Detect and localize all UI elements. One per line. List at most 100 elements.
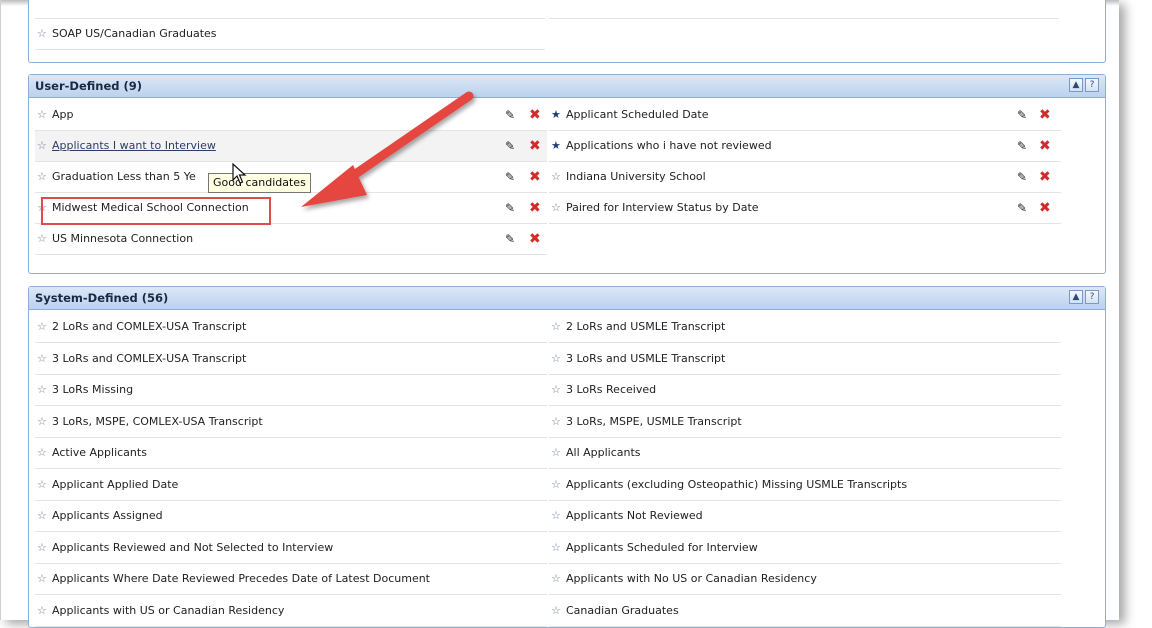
star-filled-icon[interactable]: ★	[551, 100, 561, 130]
star-icon[interactable]: ☆	[37, 100, 47, 130]
saved-search-label[interactable]: Applications who i have not reviewed	[566, 131, 772, 161]
list-item[interactable]: ☆ 3 LoRs Received	[549, 375, 1061, 406]
list-item[interactable]: ☆ Applicant Applied Date	[35, 470, 547, 501]
star-icon[interactable]: ☆	[551, 375, 561, 405]
saved-search-label[interactable]: App	[52, 100, 74, 130]
star-icon[interactable]: ☆	[37, 131, 47, 161]
saved-search-label[interactable]: Applicants (excluding Osteopathic) Missi…	[566, 470, 907, 500]
saved-search-label[interactable]: Applicants Not Reviewed	[566, 501, 703, 531]
collapse-button[interactable]: ▲	[1069, 290, 1083, 304]
list-item[interactable]: ☆ US Minnesota Connection ✎ ✖	[35, 224, 547, 255]
edit-pencil-icon[interactable]: ✎	[505, 193, 515, 223]
list-item[interactable]: ☆ 3 LoRs, MSPE, COMLEX-USA Transcript	[35, 407, 547, 438]
saved-search-label[interactable]: Indiana University School	[566, 162, 706, 192]
star-icon[interactable]: ☆	[551, 193, 561, 223]
saved-search-label[interactable]: Applicants Scheduled for Interview	[566, 533, 758, 563]
list-item[interactable]: ☆ Indiana University School ✎ ✖	[549, 162, 1061, 193]
delete-x-icon[interactable]: ✖	[529, 100, 541, 130]
list-item[interactable]: ☆ 3 LoRs Missing	[35, 375, 547, 406]
star-icon[interactable]: ☆	[37, 344, 47, 374]
saved-search-label[interactable]: 2 LoRs and COMLEX-USA Transcript	[52, 312, 246, 342]
delete-x-icon[interactable]: ✖	[529, 162, 541, 192]
list-item[interactable]: ☆ Applicants Not Reviewed	[549, 501, 1061, 532]
edit-pencil-icon[interactable]: ✎	[505, 131, 515, 161]
saved-search-link[interactable]: Applicants I want to Interview	[52, 131, 216, 161]
list-item[interactable]: ★ Applications who i have not reviewed ✎…	[549, 131, 1061, 162]
saved-search-label[interactable]: US Minnesota Connection	[52, 224, 193, 254]
star-icon[interactable]: ☆	[551, 564, 561, 594]
list-item[interactable]: ★ Applicant Scheduled Date ✎ ✖	[549, 100, 1061, 131]
edit-pencil-icon[interactable]: ✎	[1017, 162, 1027, 192]
delete-x-icon[interactable]: ✖	[529, 193, 541, 223]
saved-search-label[interactable]: 3 LoRs and COMLEX-USA Transcript	[52, 344, 246, 374]
saved-search-label[interactable]: Applicants Reviewed and Not Selected to …	[52, 533, 333, 563]
delete-x-icon[interactable]: ✖	[529, 224, 541, 254]
star-icon[interactable]: ☆	[37, 596, 47, 626]
edit-pencil-icon[interactable]: ✎	[505, 224, 515, 254]
delete-x-icon[interactable]: ✖	[1039, 100, 1051, 130]
list-item[interactable]: ☆ 2 LoRs and USMLE Transcript	[549, 312, 1061, 343]
list-item[interactable]: ☆ 3 LoRs, MSPE, USMLE Transcript	[549, 407, 1061, 438]
star-icon[interactable]: ☆	[37, 470, 47, 500]
saved-search-label[interactable]: 3 LoRs, MSPE, COMLEX-USA Transcript	[52, 407, 263, 437]
list-item[interactable]: ☆ Paired for Interview Status by Date ✎ …	[549, 193, 1061, 224]
saved-search-label[interactable]: Graduation Less than 5 Ye	[52, 162, 196, 192]
list-item[interactable]: ☆ Canadian Graduates	[549, 596, 1061, 627]
saved-search-label[interactable]: 3 LoRs Received	[566, 375, 656, 405]
star-icon[interactable]: ☆	[551, 312, 561, 342]
edit-pencil-icon[interactable]: ✎	[1017, 100, 1027, 130]
saved-search-label[interactable]: 2 LoRs and USMLE Transcript	[566, 312, 725, 342]
list-item[interactable]: ☆ App ✎ ✖	[35, 100, 547, 131]
star-icon[interactable]: ☆	[551, 438, 561, 468]
saved-search-label[interactable]: Paired for Interview Status by Date	[566, 193, 759, 223]
star-icon[interactable]: ☆	[37, 224, 47, 254]
saved-search-label[interactable]: 3 LoRs Missing	[52, 375, 133, 405]
edit-pencil-icon[interactable]: ✎	[505, 100, 515, 130]
star-icon[interactable]: ☆	[37, 501, 47, 531]
list-item[interactable]: ☆ Active Applicants	[35, 438, 547, 469]
list-item[interactable]: ☆ Applicants with No US or Canadian Resid…	[549, 564, 1061, 595]
saved-search-label[interactable]: Applicants Assigned	[52, 501, 163, 531]
star-icon[interactable]: ☆	[37, 533, 47, 563]
star-icon[interactable]: ☆	[37, 407, 47, 437]
saved-search-label[interactable]: Active Applicants	[52, 438, 147, 468]
star-icon[interactable]: ☆	[551, 533, 561, 563]
list-item[interactable]: ☆ Applicants (excluding Osteopathic) Miss…	[549, 470, 1061, 501]
star-icon[interactable]: ☆	[551, 344, 561, 374]
saved-search-label[interactable]: 3 LoRs and USMLE Transcript	[566, 344, 725, 374]
list-item[interactable]: ☆ Applicants I want to Interview ✎ ✖	[35, 131, 547, 162]
list-item[interactable]: ☆ Applicants Scheduled for Interview	[549, 533, 1061, 564]
saved-search-label[interactable]: Applicants Where Date Reviewed Precedes …	[52, 564, 430, 594]
saved-search-label[interactable]: SOAP US/Canadian Graduates	[52, 19, 217, 49]
help-button[interactable]: ?	[1085, 290, 1099, 304]
saved-search-label[interactable]: 3 LoRs, MSPE, USMLE Transcript	[566, 407, 742, 437]
list-item[interactable]: ☆ Applicants with US or Canadian Residenc…	[35, 596, 547, 627]
list-item[interactable]: ☆ All Applicants	[549, 438, 1061, 469]
collapse-button[interactable]: ▲	[1069, 78, 1083, 92]
edit-pencil-icon[interactable]: ✎	[1017, 193, 1027, 223]
star-filled-icon[interactable]: ★	[551, 131, 561, 161]
saved-search-label[interactable]: Canadian Graduates	[566, 596, 679, 626]
star-icon[interactable]: ☆	[551, 162, 561, 192]
delete-x-icon[interactable]: ✖	[1039, 131, 1051, 161]
star-icon[interactable]: ☆	[37, 564, 47, 594]
star-icon[interactable]: ☆	[551, 501, 561, 531]
list-item[interactable]: ☆ 3 LoRs and USMLE Transcript	[549, 344, 1061, 375]
list-item[interactable]: ☆ Applicants Where Date Reviewed Precedes…	[35, 564, 547, 595]
star-icon[interactable]: ☆	[37, 375, 47, 405]
delete-x-icon[interactable]: ✖	[529, 131, 541, 161]
list-item[interactable]: ☆ Applicants Assigned	[35, 501, 547, 532]
edit-pencil-icon[interactable]: ✎	[505, 162, 515, 192]
saved-search-label[interactable]: Applicant Scheduled Date	[566, 100, 709, 130]
saved-search-label[interactable]: Applicant Applied Date	[52, 470, 178, 500]
star-icon[interactable]: ☆	[37, 19, 47, 49]
list-item[interactable]: ☆ SOAP US/Canadian Graduates	[35, 18, 545, 50]
help-button[interactable]: ?	[1085, 78, 1099, 92]
delete-x-icon[interactable]: ✖	[1039, 193, 1051, 223]
saved-search-label[interactable]: Applicants with US or Canadian Residency	[52, 596, 284, 626]
list-item[interactable]: ☆ Applicants Reviewed and Not Selected to…	[35, 533, 547, 564]
saved-search-label[interactable]: All Applicants	[566, 438, 641, 468]
list-item[interactable]: ☆ 2 LoRs and COMLEX-USA Transcript	[35, 312, 547, 343]
delete-x-icon[interactable]: ✖	[1039, 162, 1051, 192]
star-icon[interactable]: ☆	[551, 407, 561, 437]
